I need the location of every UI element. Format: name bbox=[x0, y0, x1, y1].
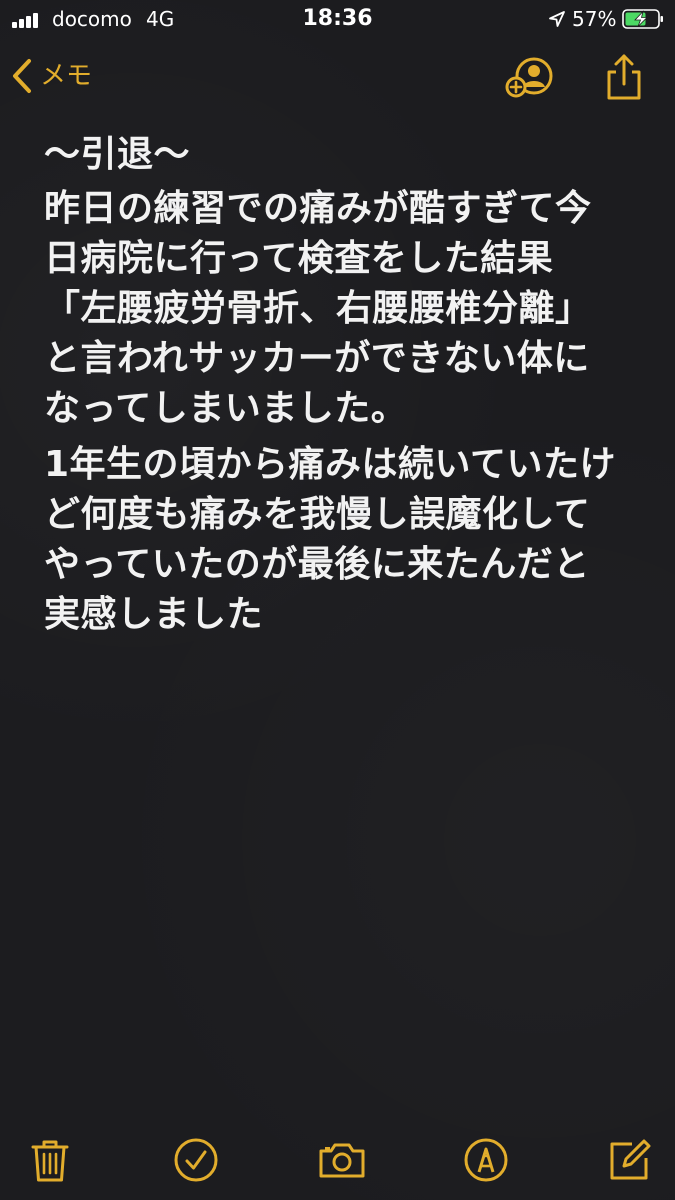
markup-button[interactable] bbox=[460, 1134, 512, 1186]
note-line: 日病院に行って検査をした結果 bbox=[44, 238, 554, 279]
back-button[interactable]: メモ bbox=[10, 54, 92, 98]
compose-icon bbox=[610, 1139, 651, 1180]
compose-button[interactable] bbox=[604, 1134, 656, 1186]
battery-charging-icon bbox=[622, 9, 663, 29]
note-line: なってしまいました。 bbox=[44, 388, 408, 429]
note-line: やっていたのが最後に来たんだと bbox=[44, 544, 590, 585]
add-person-icon[interactable] bbox=[502, 54, 558, 102]
chevron-left-icon bbox=[13, 59, 31, 93]
status-bar: docomo 4G 18:36 57% bbox=[0, 0, 675, 40]
note-line: 1年生の頃から痛みは続いていたけ bbox=[44, 444, 616, 485]
note-line: 「左腰疲労骨折、右腰腰椎分離」 bbox=[44, 288, 592, 329]
share-icon[interactable] bbox=[600, 52, 648, 104]
markup-icon bbox=[464, 1138, 508, 1182]
checklist-button[interactable] bbox=[170, 1134, 222, 1186]
location-arrow-icon bbox=[549, 11, 565, 27]
note-title: 〜引退〜 bbox=[44, 134, 191, 175]
note-line: と言われサッカーができない体に bbox=[44, 338, 590, 379]
battery-percent: 57% bbox=[572, 7, 617, 31]
delete-button[interactable] bbox=[24, 1134, 76, 1186]
camera-button[interactable] bbox=[316, 1134, 368, 1186]
note-line: ど何度も痛みを我慢し誤魔化して bbox=[44, 494, 591, 535]
note-line: 昨日の練習での痛みが酷すぎて今 bbox=[44, 188, 592, 229]
bottom-toolbar bbox=[0, 1130, 675, 1190]
back-label: メモ bbox=[40, 61, 93, 91]
note-body[interactable]: 〜引退〜 昨日の練習での痛みが酷すぎて今 日病院に行って検査をした結果 「左腰疲… bbox=[44, 130, 644, 640]
trash-icon bbox=[31, 1140, 69, 1182]
camera-icon bbox=[319, 1143, 365, 1178]
checklist-icon bbox=[174, 1138, 218, 1182]
navigation-bar: メモ bbox=[0, 44, 675, 108]
note-line: 実感しました bbox=[44, 594, 264, 635]
